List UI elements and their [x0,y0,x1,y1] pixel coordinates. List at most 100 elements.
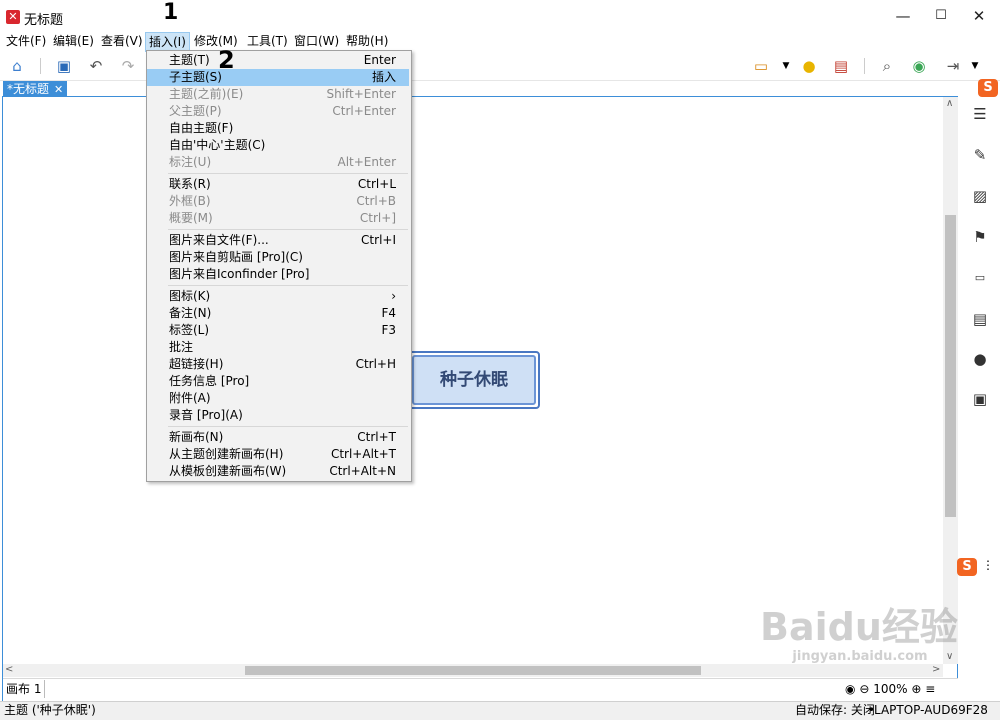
menu-item-shortcut: Ctrl+] [359,211,396,225]
menu-item[interactable]: 批注 [147,339,409,356]
menu-item-shortcut: Ctrl+L [357,177,396,191]
xmind-logo-icon: ✕ [6,10,20,24]
task-icon[interactable]: ▣ [970,389,990,409]
menu-item-label: 图片来自剪贴画 [Pro](C) [169,250,303,264]
menu-tools[interactable]: 工具(T) [244,32,291,52]
menu-item-shortcut: Ctrl+T [357,430,396,444]
menu-item[interactable]: 图片来自剪贴画 [Pro](C) [147,249,409,266]
sheet-tab[interactable]: 画布 1 [3,680,45,698]
redo-icon[interactable]: ↷ [119,57,137,75]
format-brush-icon[interactable]: ✎ [970,145,990,165]
menu-item[interactable]: 主题(之前)(E) Shift+Enter [147,86,409,103]
menu-item[interactable]: 标签(L) F3 [147,322,409,339]
presentation-dropdown-icon[interactable]: ▼ [777,57,795,75]
menu-item-shortcut: Ctrl+B [356,194,396,208]
menu-item-label: 新画布(N) [169,430,224,444]
menu-item-label: 图片来自文件(F)... [169,233,269,247]
share-icon[interactable]: ◉ [910,57,928,75]
outline-icon[interactable]: ☰ [970,104,990,124]
menu-item[interactable]: 父主题(P) Ctrl+Enter [147,103,409,120]
menu-item[interactable]: 自由'中心'主题(C) [147,137,409,154]
vertical-scroll-thumb[interactable] [945,215,956,517]
menu-separator [168,229,408,230]
menu-help[interactable]: 帮助(H) [343,32,391,52]
menu-item[interactable]: 联系(R) Ctrl+L [147,176,409,193]
menu-item[interactable]: 自由主题(F) [147,120,409,137]
central-topic[interactable]: 种子休眠 [412,355,536,405]
more-icon[interactable]: ⋮ [982,558,994,572]
menu-item-shortcut: Alt+Enter [337,155,396,169]
menu-item[interactable]: 附件(A) [147,390,409,407]
menu-file[interactable]: 文件(F) [3,32,49,52]
image-icon[interactable]: ▨ [970,186,990,206]
search-icon[interactable]: ⌕ [878,57,896,75]
tab-untitled[interactable]: *无标题 ✕ [3,81,68,97]
menu-item[interactable]: 超链接(H) Ctrl+H [147,356,409,373]
menu-item[interactable]: 从主题创建新画布(H) Ctrl+Alt+T [147,446,409,463]
marker-flag-icon[interactable]: ⚑ [970,227,990,247]
export-icon[interactable]: ⇥ [944,57,962,75]
menu-item[interactable]: 从模板创建新画布(W) Ctrl+Alt+N [147,463,409,480]
scroll-left-icon[interactable]: < [5,664,13,675]
menu-item-shortcut: Shift+Enter [326,87,396,101]
window-title: 无标题 [24,13,64,28]
comment-icon[interactable]: ● [970,349,990,369]
save-icon[interactable]: ▣ [55,57,73,75]
menu-item[interactable]: 标注(U) Alt+Enter [147,154,409,171]
menu-item-label: 从模板创建新画布(W) [169,464,287,478]
notes-icon[interactable]: ▤ [970,309,990,329]
menu-item[interactable]: 图片来自Iconfinder [Pro] [147,266,409,283]
menu-item[interactable]: 录音 [Pro](A) [147,407,409,424]
toolbar-divider [40,58,41,74]
menu-item[interactable]: 任务信息 [Pro] [147,373,409,390]
lightbulb-icon[interactable]: ● [800,57,818,75]
menu-item[interactable]: 概要(M) Ctrl+] [147,210,409,227]
menu-window[interactable]: 窗口(W) [291,32,342,52]
export-dropdown-icon[interactable]: ▼ [966,57,984,75]
scroll-up-icon[interactable]: ∧ [946,98,953,109]
menu-item[interactable]: 外框(B) Ctrl+B [147,193,409,210]
toolbar-divider [864,58,865,74]
title-bar [0,0,1000,32]
menu-item-shortcut: Ctrl+Alt+T [330,447,396,461]
menu-item-label: 外框(B) [169,194,211,208]
menu-item-label: 自由主题(F) [169,121,234,135]
horizontal-scroll-thumb[interactable] [245,666,701,675]
menu-view[interactable]: 查看(V) [98,32,146,52]
watermark-title: Baidu经验 [760,605,958,649]
status-selection: 主题 ('种子休眠') [4,703,96,717]
menu-item-label: 任务信息 [Pro] [169,374,250,388]
menu-item[interactable]: 图标(K) › [147,288,409,305]
menu-insert[interactable]: 插入(I) [145,32,190,52]
menu-item[interactable]: 子主题(S) 插入 [147,69,409,86]
home-icon[interactable]: ⌂ [8,57,26,75]
annotation-mark-1: 1 [163,0,179,25]
menu-item-shortcut: F3 [381,323,396,337]
menu-item[interactable]: 主题(T) Enter [147,52,409,69]
label-icon[interactable]: ▭ [970,268,990,288]
tab-close-icon[interactable]: ✕ [54,83,63,96]
menu-item[interactable]: 图片来自文件(F)... Ctrl+I [147,232,409,249]
status-autosave[interactable]: 自动保存: 关闭 [795,702,875,719]
menu-item[interactable]: 备注(N) F4 [147,305,409,322]
menu-item-shortcut: 插入 [371,70,396,84]
sogou-ime-floating-icon[interactable]: S [957,558,977,576]
close-icon[interactable]: ✕ [956,0,1000,32]
menu-item-label: 从主题创建新画布(H) [169,447,284,461]
gantt-icon[interactable]: ▤ [832,57,850,75]
menu-item-label: 父主题(P) [169,104,222,118]
undo-icon[interactable]: ↶ [87,57,105,75]
menu-item-label: 录音 [Pro](A) [169,408,243,422]
menu-item-label: 图片来自Iconfinder [Pro] [169,267,310,281]
menu-item-label: 自由'中心'主题(C) [169,138,266,152]
menu-edit[interactable]: 编辑(E) [50,32,97,52]
presentation-icon[interactable]: ▭ [752,57,770,75]
menu-item-label: 附件(A) [169,391,211,405]
menu-separator [168,173,408,174]
menu-item-label: 主题(之前)(E) [169,87,244,101]
menu-item[interactable]: 新画布(N) Ctrl+T [147,429,409,446]
menu-item-label: 标签(L) [169,323,210,337]
menu-item-label: 主题(T) [169,53,210,67]
menu-item-shortcut: Ctrl+I [361,233,396,247]
sogou-ime-icon[interactable]: S [978,79,998,97]
